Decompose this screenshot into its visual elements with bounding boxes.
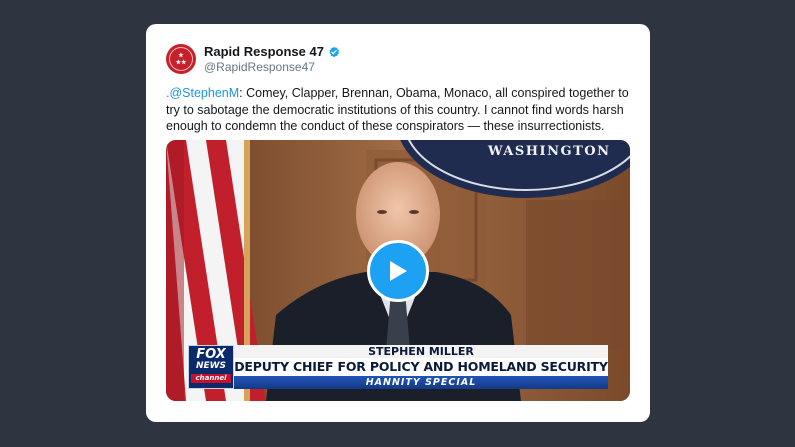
logo-line-1: FOX [196, 347, 226, 362]
chyron-show: HANNITY SPECIAL [234, 376, 608, 389]
play-button[interactable] [367, 240, 429, 302]
tweet-card: ★ ★★ Rapid Response 47 @RapidResponse47 .… [146, 24, 650, 422]
author-display-name[interactable]: Rapid Response 47 [204, 44, 324, 59]
verified-badge-icon [329, 46, 339, 57]
logo-line-2: NEWS [195, 361, 227, 371]
chyron-name: STEPHEN MILLER [234, 345, 608, 358]
fox-news-logo: FOX NEWS channel [188, 345, 234, 389]
background-sign: WASHINGTON [488, 144, 611, 159]
tweet-text: .@StephenM: Comey, Clapper, Brennan, Oba… [166, 85, 636, 135]
avatar[interactable]: ★ ★★ [166, 44, 196, 74]
logo-line-3: channel [191, 374, 231, 383]
news-chyron: FOX NEWS channel STEPHEN MILLER DEPUTY C… [188, 345, 608, 392]
chyron-title: DEPUTY CHIEF FOR POLICY AND HOMELAND SEC… [234, 358, 608, 392]
play-icon [390, 261, 407, 281]
video-player[interactable]: WASHINGTON FOX NEWS channel STEPHEN MILL… [166, 140, 630, 401]
author-handle[interactable]: @RapidResponse47 [204, 60, 315, 74]
white-house-seal-icon: ★ ★★ [169, 47, 193, 71]
mention-link[interactable]: .@StephenM [166, 86, 239, 100]
author-name-row: Rapid Response 47 [204, 44, 340, 59]
